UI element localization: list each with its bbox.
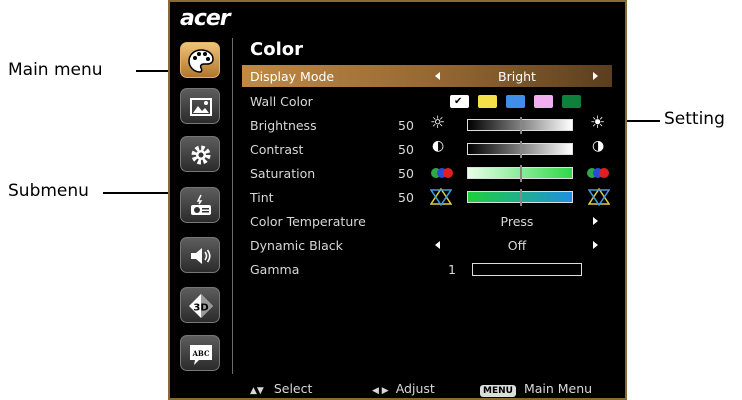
wall-color-label: Wall Color (250, 94, 313, 109)
color-temperature-right-arrow[interactable] (593, 217, 598, 225)
wall-color-row[interactable]: Wall Color ✔ (242, 90, 612, 112)
dynamic-black-left-arrow[interactable] (435, 241, 440, 249)
submenu-callout: Submenu (8, 181, 89, 201)
gamma-row[interactable]: Gamma 1 (242, 258, 612, 280)
rgb-dots-icon (431, 168, 453, 178)
dynamic-black-label: Dynamic Black (250, 238, 343, 253)
palette-icon (188, 49, 214, 73)
3d-icon: 3D (189, 294, 213, 318)
gamma-value: 1 (448, 262, 456, 277)
up-down-arrows-icon: ▲▼ (250, 386, 264, 396)
image-menu-button[interactable] (180, 88, 220, 124)
brightness-slider[interactable] (467, 117, 573, 134)
wall-color-yellow-swatch[interactable] (478, 95, 497, 108)
brightness-row[interactable]: Brightness 50 ☼ ☀ (242, 113, 612, 136)
color-menu-button[interactable] (180, 42, 220, 78)
main-menu-callout-line (136, 70, 172, 72)
menu-divider (232, 38, 233, 374)
saturation-row[interactable]: Saturation 50 (242, 162, 612, 184)
tint-star-right-icon (588, 188, 610, 206)
saturation-slider[interactable] (467, 165, 573, 182)
audio-menu-button[interactable] (180, 237, 220, 273)
tint-slider[interactable] (467, 189, 573, 206)
settings-menu-button[interactable] (180, 136, 220, 172)
management-menu-button[interactable] (180, 187, 220, 223)
brightness-value: 50 (398, 118, 414, 133)
contrast-low-icon: ◐ (432, 138, 445, 154)
left-right-arrows-icon: ◀ ▶ (372, 386, 389, 396)
color-temperature-label: Color Temperature (250, 214, 366, 229)
color-temperature-value: Press (500, 214, 534, 229)
osd-panel: acer 3D ABC Color Display Mode Bright Wa… (168, 0, 627, 400)
select-hint: ▲▼ Select (250, 381, 313, 396)
tint-value: 50 (398, 190, 414, 205)
contrast-high-icon: ◑ (592, 138, 605, 154)
check-icon: ✔ (454, 96, 463, 107)
display-mode-label: Display Mode (250, 69, 335, 84)
svg-text:ABC: ABC (191, 349, 209, 358)
contrast-row[interactable]: Contrast 50 ◐ ◑ (242, 138, 612, 160)
saturation-label: Saturation (250, 166, 316, 181)
3d-menu-button[interactable]: 3D (180, 287, 220, 323)
saturation-value: 50 (398, 166, 414, 181)
svg-text:3D: 3D (193, 303, 208, 314)
projector-icon (191, 194, 211, 215)
setting-callout: Setting (664, 109, 725, 129)
image-icon (190, 98, 212, 116)
tint-label: Tint (250, 190, 274, 205)
acer-logo: acer (180, 6, 231, 31)
language-icon: ABC (190, 345, 212, 365)
dynamic-black-row[interactable]: Dynamic Black Off (242, 234, 612, 256)
contrast-slider[interactable] (467, 141, 573, 158)
gear-icon (191, 145, 211, 165)
submenu-title: Color (250, 39, 303, 60)
dynamic-black-value: Off (507, 238, 527, 253)
tint-row[interactable]: Tint 50 (242, 186, 612, 208)
display-mode-left-arrow[interactable] (435, 72, 440, 80)
sun-bright-icon: ☀ (590, 113, 606, 133)
language-menu-button[interactable]: ABC (180, 335, 220, 371)
contrast-value: 50 (398, 142, 414, 157)
display-mode-row[interactable]: Display Mode Bright (242, 65, 612, 87)
main-menu-callout: Main menu (8, 60, 103, 80)
gamma-label: Gamma (250, 262, 300, 277)
speaker-icon (191, 248, 211, 264)
wall-color-blue-swatch[interactable] (506, 95, 525, 108)
menu-key-icon: MENU (480, 385, 516, 397)
rgb-dots-bright-icon (587, 168, 609, 178)
sun-dim-icon: ☼ (430, 113, 446, 133)
brightness-label: Brightness (250, 118, 317, 133)
display-mode-value: Bright (498, 69, 536, 84)
color-temperature-row[interactable]: Color Temperature Press (242, 210, 612, 232)
gamma-bar[interactable] (472, 263, 582, 276)
wall-color-green-swatch[interactable] (562, 95, 581, 108)
tint-star-icon (430, 188, 452, 206)
display-mode-right-arrow[interactable] (593, 72, 598, 80)
dynamic-black-right-arrow[interactable] (593, 241, 598, 249)
adjust-hint: ◀ ▶ Adjust (372, 381, 435, 396)
wall-color-pink-swatch[interactable] (534, 95, 553, 108)
main-menu-hint: MENU Main Menu (480, 381, 592, 397)
contrast-label: Contrast (250, 142, 304, 157)
